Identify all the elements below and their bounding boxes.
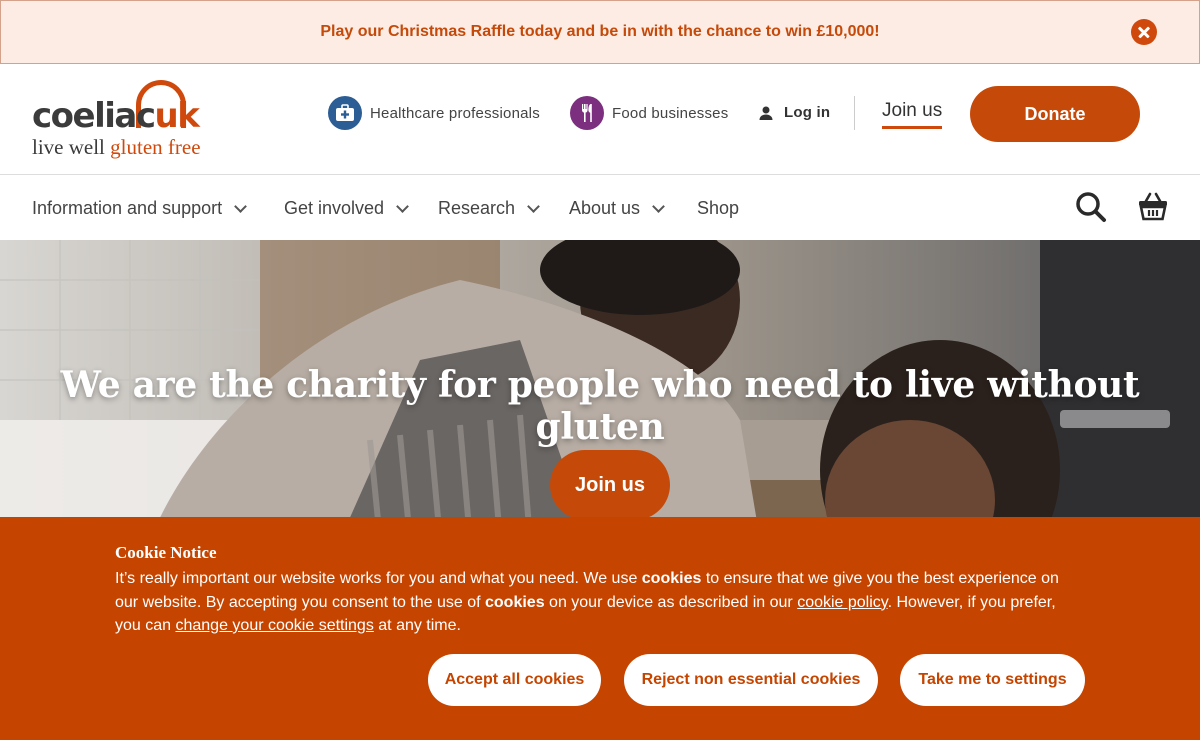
hero-join-button[interactable]: Join us [550,450,670,520]
medical-kit-icon [328,96,362,130]
healthcare-label: Healthcare professionals [370,104,540,122]
raffle-banner: Play our Christmas Raffle today and be i… [0,0,1200,64]
raffle-text[interactable]: Play our Christmas Raffle today and be i… [320,23,879,41]
cutlery-icon [570,96,604,130]
logo-tagline: live well gluten free [32,135,201,159]
donate-button[interactable]: Donate [970,86,1140,142]
nav-label: About us [569,198,641,218]
nav-item-shop[interactable]: Shop [697,198,739,219]
cookie-title: Cookie Notice [115,543,217,562]
nav-item-about-us[interactable]: About us [569,198,665,219]
hero-banner: We are the charity for people who need t… [0,240,1200,540]
nav-item-information-and-support[interactable]: Information and support [32,198,247,219]
change-cookie-settings-link[interactable]: change your cookie settings [175,617,373,634]
cookie-text: It’s really important our website works … [115,570,1059,634]
search-icon[interactable] [1074,190,1108,224]
cookie-bold-word: cookies [485,593,545,611]
user-icon [758,105,774,121]
cookie-bold-word: cookies [641,570,702,587]
nav-item-research[interactable]: Research [438,198,540,219]
healthcare-professionals-link[interactable]: Healthcare professionals [328,96,540,130]
cookie-notice: Cookie Notice It’s really important our … [0,517,1200,740]
nav-label: Shop [697,198,740,218]
nav-label: Get involved [284,198,385,218]
main-nav: Information and support Get involved Res… [0,176,1200,240]
accept-cookies-button[interactable]: Accept all cookies [428,654,601,706]
food-businesses-link[interactable]: Food businesses [570,96,728,130]
join-us-link[interactable]: Join us [882,100,943,129]
nav-label: Information and support [32,198,223,218]
reject-cookies-button[interactable]: Reject non essential cookies [624,654,878,706]
chevron-down-icon [234,200,247,213]
cookie-settings-button[interactable]: Take me to settings [900,654,1085,706]
basket-icon[interactable] [1136,190,1170,224]
logo-wordmark: coeliacuk [32,96,200,136]
logo[interactable]: coeliacuk live well gluten free [32,78,222,160]
header-divider [854,96,855,130]
login-link[interactable]: Log in [758,104,830,121]
close-icon[interactable] [1131,19,1157,45]
chevron-down-icon [652,200,665,213]
nav-label: Research [438,198,516,218]
nav-item-get-involved[interactable]: Get involved [284,198,409,219]
chevron-down-icon [396,200,409,213]
chevron-down-icon [527,200,540,213]
cookie-policy-link[interactable]: cookie policy [797,594,887,611]
hero-title: We are the charity for people who need t… [60,364,1140,448]
login-label: Log in [784,104,831,121]
site-header: coeliacuk live well gluten free Healthca… [0,64,1200,175]
food-label: Food businesses [612,104,729,122]
